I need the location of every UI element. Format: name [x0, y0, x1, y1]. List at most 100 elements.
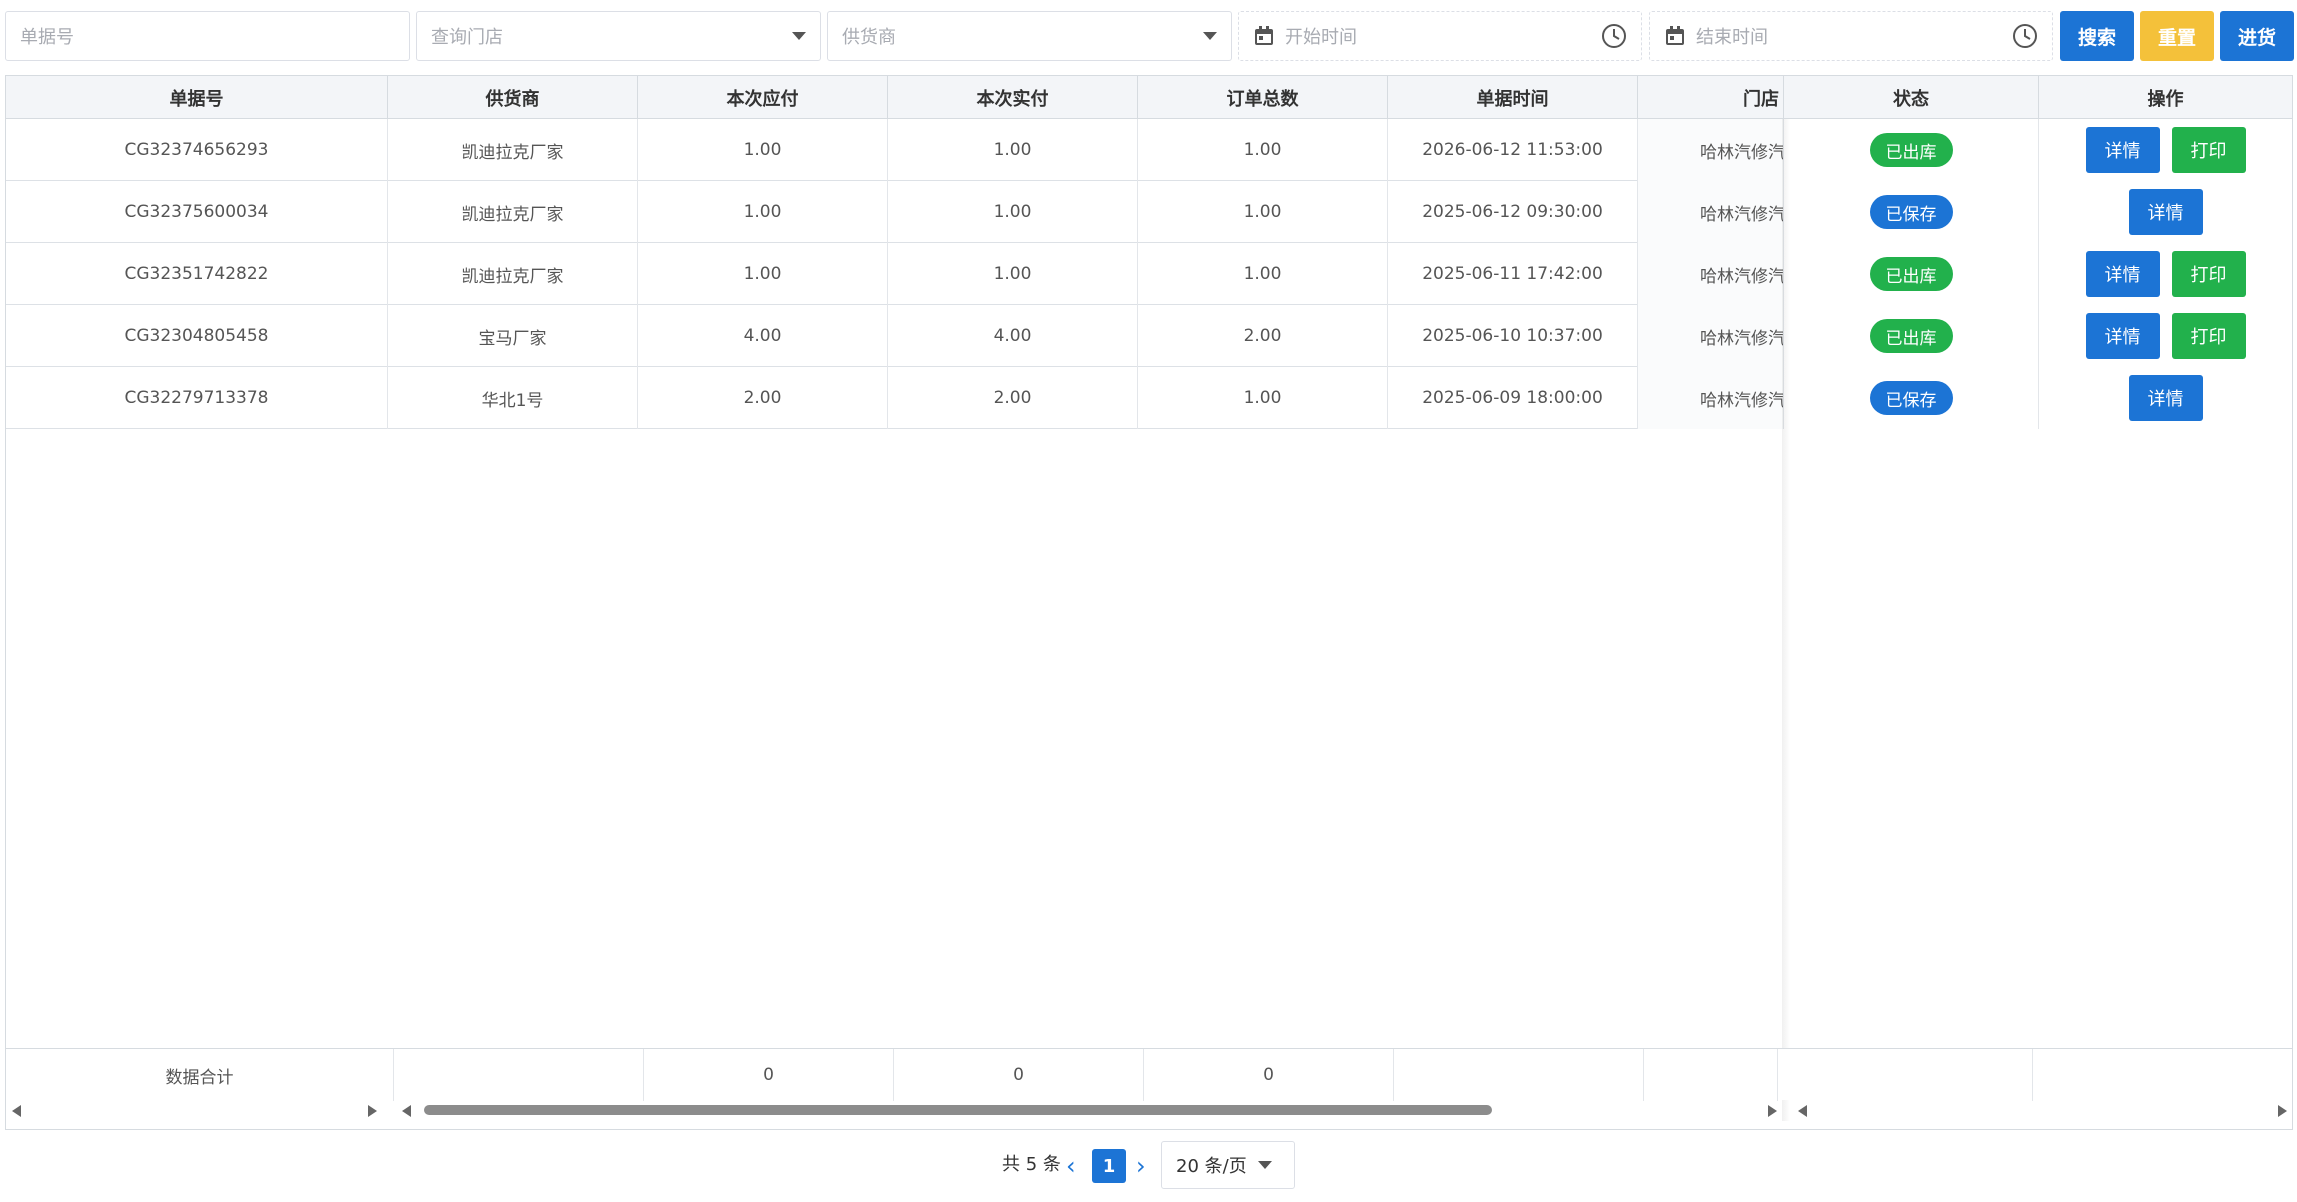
status-badge: 已保存 — [1869, 195, 1953, 229]
table-row: CG32351742822 凯迪拉克厂家 1.00 1.00 1.00 2025… — [6, 243, 2292, 305]
time-cell: 2025-06-11 17:42:00 — [1388, 243, 1638, 305]
payable-cell: 4.00 — [638, 305, 888, 367]
paid-cell: 1.00 — [888, 119, 1138, 181]
store-select[interactable]: 查询门店 — [416, 11, 821, 61]
store-cell: 哈林汽修汽 — [1638, 305, 1784, 367]
page-number-current[interactable]: 1 — [1092, 1149, 1126, 1183]
summary-paid: 0 — [894, 1049, 1144, 1101]
print-button[interactable]: 打印 — [2171, 313, 2246, 359]
print-button[interactable]: 打印 — [2171, 127, 2246, 173]
scroll-left-arrow-icon[interactable] — [12, 1105, 21, 1117]
reset-button[interactable]: 重置 — [2140, 11, 2214, 61]
time-cell: 2026-06-12 11:53:00 — [1388, 119, 1638, 181]
scroll-right-arrow-icon[interactable] — [1768, 1105, 1777, 1117]
supplier-placeholder: 供货商 — [842, 27, 896, 48]
actions-cell: 详情 — [2039, 367, 2292, 429]
summary-actions-cell — [2033, 1049, 2292, 1101]
store-cell: 哈林汽修汽 — [1638, 243, 1784, 305]
order-no-input[interactable]: 单据号 — [5, 11, 410, 61]
status-cell: 已保存 — [1784, 181, 2039, 243]
status-badge: 已出库 — [1869, 319, 1953, 353]
summary-status-cell — [1778, 1049, 2033, 1101]
supplier-cell: 凯迪拉克厂家 — [388, 119, 638, 181]
time-cell: 2025-06-09 18:00:00 — [1388, 367, 1638, 429]
calendar-icon — [1664, 25, 1686, 47]
summary-store-cell — [1644, 1049, 1778, 1101]
order-no-cell: CG32351742822 — [6, 243, 388, 305]
chevron-left-icon[interactable]: ‹ — [1066, 1152, 1076, 1180]
supplier-select[interactable]: 供货商 — [827, 11, 1232, 61]
chevron-right-icon[interactable]: › — [1136, 1152, 1146, 1180]
clock-icon — [1601, 23, 1627, 49]
table-header: 单据号 供货商 本次应付 本次实付 订单总数 单据时间 门店 状态 操作 — [6, 76, 2292, 119]
scroll-right-arrow-icon[interactable] — [2278, 1105, 2287, 1117]
clock-icon — [2012, 23, 2038, 49]
column-header-time: 单据时间 — [1388, 76, 1638, 119]
chevron-down-icon — [792, 32, 806, 40]
order-no-placeholder: 单据号 — [20, 27, 74, 48]
detail-button[interactable]: 详情 — [2085, 313, 2160, 359]
time-cell: 2025-06-12 09:30:00 — [1388, 181, 1638, 243]
end-time-picker[interactable]: 结束时间 — [1649, 11, 2053, 61]
payable-cell: 1.00 — [638, 243, 888, 305]
print-button[interactable]: 打印 — [2171, 251, 2246, 297]
page-size-value: 20 条/页 — [1176, 1156, 1247, 1177]
time-cell: 2025-06-10 10:37:00 — [1388, 305, 1638, 367]
paid-cell: 1.00 — [888, 243, 1138, 305]
start-time-picker[interactable]: 开始时间 — [1238, 11, 1642, 61]
actions-cell: 详情 打印 — [2039, 119, 2292, 181]
supplier-cell: 宝马厂家 — [388, 305, 638, 367]
supplier-cell: 华北1号 — [388, 367, 638, 429]
status-cell: 已出库 — [1784, 305, 2039, 367]
scroll-right-arrow-icon[interactable] — [368, 1105, 377, 1117]
scrollbar-thumb[interactable] — [424, 1105, 1492, 1115]
summary-total: 0 — [1144, 1049, 1394, 1101]
scroll-left-arrow-icon[interactable] — [1798, 1105, 1807, 1117]
detail-button[interactable]: 详情 — [2085, 127, 2160, 173]
chevron-down-icon — [1258, 1161, 1272, 1169]
fixed-column-shadow — [1782, 119, 1790, 1121]
pagination: 共 5 条 ‹ 1 › 20 条/页 — [0, 1140, 2297, 1190]
table-row: CG32375600034 凯迪拉克厂家 1.00 1.00 1.00 2025… — [6, 181, 2292, 243]
actions-cell: 详情 打印 — [2039, 243, 2292, 305]
order-no-cell: CG32374656293 — [6, 119, 388, 181]
scroll-left-arrow-icon[interactable] — [402, 1105, 411, 1117]
column-header-status: 状态 — [1784, 76, 2039, 119]
paid-cell: 2.00 — [888, 367, 1138, 429]
table-row: CG32304805458 宝马厂家 4.00 4.00 2.00 2025-0… — [6, 305, 2292, 367]
store-placeholder: 查询门店 — [431, 27, 503, 48]
status-badge: 已保存 — [1869, 381, 1953, 415]
summary-supplier-cell — [394, 1049, 644, 1101]
column-header-payable: 本次应付 — [638, 76, 888, 119]
order-no-cell: CG32375600034 — [6, 181, 388, 243]
end-time-placeholder: 结束时间 — [1696, 27, 1768, 48]
detail-button[interactable]: 详情 — [2128, 375, 2203, 421]
purchase-order-table: 单据号 供货商 本次应付 本次实付 订单总数 单据时间 门店 状态 操作 CG3… — [5, 75, 2293, 1130]
store-cell: 哈林汽修汽 — [1638, 181, 1784, 243]
detail-button[interactable]: 详情 — [2128, 189, 2203, 235]
page-size-select[interactable]: 20 条/页 — [1161, 1141, 1295, 1189]
status-badge: 已出库 — [1869, 133, 1953, 167]
right-fixed-scrollbar[interactable] — [1794, 1100, 2292, 1120]
status-badge: 已出库 — [1869, 257, 1953, 291]
column-header-total: 订单总数 — [1138, 76, 1388, 119]
purchase-button[interactable]: 进货 — [2220, 11, 2294, 61]
summary-payable: 0 — [644, 1049, 894, 1101]
payable-cell: 2.00 — [638, 367, 888, 429]
column-header-supplier: 供货商 — [388, 76, 638, 119]
summary-time-cell — [1394, 1049, 1644, 1101]
total-cell: 1.00 — [1138, 367, 1388, 429]
start-time-placeholder: 开始时间 — [1285, 27, 1357, 48]
paid-cell: 1.00 — [888, 181, 1138, 243]
main-horizontal-scrollbar[interactable] — [394, 1100, 1784, 1120]
payable-cell: 1.00 — [638, 181, 888, 243]
detail-button[interactable]: 详情 — [2085, 251, 2160, 297]
calendar-icon — [1253, 25, 1275, 47]
total-cell: 1.00 — [1138, 181, 1388, 243]
search-button[interactable]: 搜索 — [2060, 11, 2134, 61]
table-row: CG32374656293 凯迪拉克厂家 1.00 1.00 1.00 2026… — [6, 119, 2292, 181]
left-fixed-scrollbar[interactable] — [6, 1100, 388, 1120]
paid-cell: 4.00 — [888, 305, 1138, 367]
total-cell: 2.00 — [1138, 305, 1388, 367]
store-cell: 哈林汽修汽 — [1638, 367, 1784, 429]
